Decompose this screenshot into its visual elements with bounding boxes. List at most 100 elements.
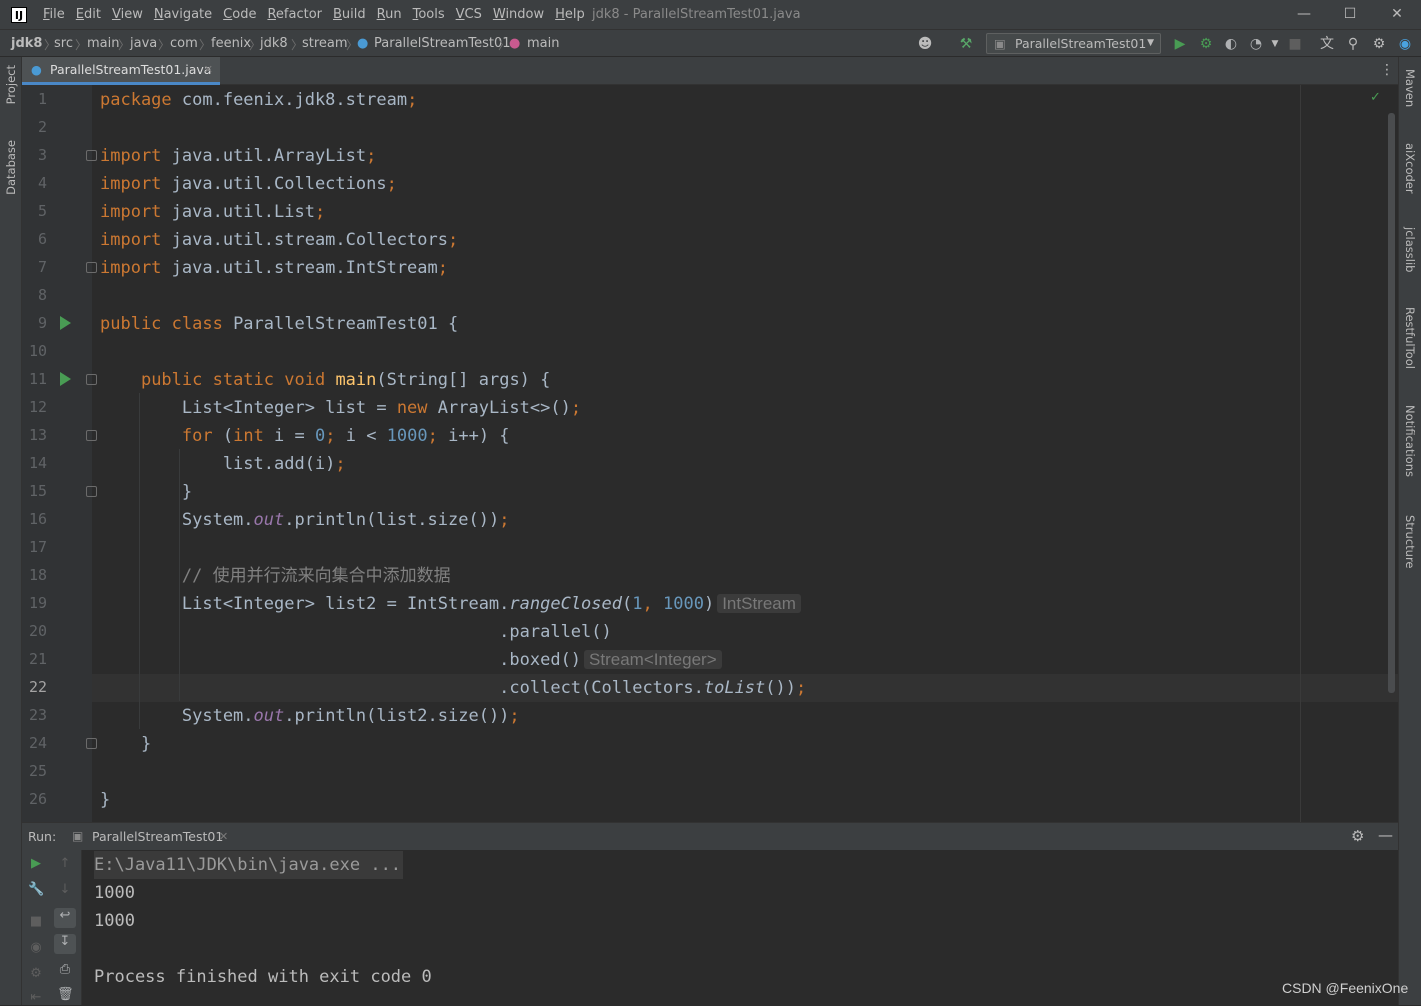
run-tool-header: Run: ▣ ParallelStreamTest01 ✕ ⚙ — <box>22 822 1398 850</box>
exit-icon[interactable]: ⇤ <box>28 990 44 1006</box>
editor-tab-active[interactable]: ● ParallelStreamTest01.java ✕ <box>22 57 220 85</box>
rerun-icon[interactable]: ▶ <box>28 856 44 872</box>
menu-item[interactable]: VCS <box>456 7 482 22</box>
type-hint: Stream<Integer> <box>584 650 722 669</box>
breadcrumb-stream[interactable]: stream <box>302 36 348 51</box>
breadcrumb-java[interactable]: java <box>130 36 157 51</box>
breadcrumb-class[interactable]: ParallelStreamTest01 <box>374 36 511 51</box>
code-line-5: import java.util.List; <box>100 202 326 222</box>
maximize-icon[interactable]: ☐ <box>1327 0 1373 29</box>
run-main-icon[interactable] <box>60 372 71 386</box>
gear-icon[interactable]: ⚙ <box>1370 35 1388 53</box>
menu-item[interactable]: Run <box>377 7 402 22</box>
plugin-icon[interactable]: ◉ <box>1396 35 1414 53</box>
fold-icon[interactable] <box>86 262 97 273</box>
breadcrumb-jdk8[interactable]: jdk8 <box>260 36 288 51</box>
intellij-logo-icon: IJ <box>11 6 27 23</box>
menu-item[interactable]: Refactor <box>267 7 322 22</box>
menu-item[interactable]: View <box>112 7 143 22</box>
run-configuration-label: ParallelStreamTest01 <box>1015 36 1147 51</box>
close-window-icon[interactable]: ✕ <box>1374 0 1420 29</box>
menu-item[interactable]: Build <box>333 7 366 22</box>
code-editor[interactable]: 1 2 3 4 5 6 7 8 9 10 11 12 13 14 15 16 17 18 19 20 21 22 23 24 2… <box>22 85 1398 822</box>
restore-layout-icon[interactable]: ⚙ <box>28 966 44 982</box>
breadcrumb-separator: 〉 <box>199 38 212 52</box>
breadcrumb-feenix[interactable]: feenix <box>211 36 251 51</box>
run-tab-label[interactable]: ParallelStreamTest01 <box>92 829 223 844</box>
minimize-icon[interactable]: — <box>1281 0 1327 29</box>
tool-tab-project-label: Project <box>4 65 18 105</box>
fold-icon[interactable] <box>86 150 97 161</box>
more-options-icon[interactable]: ⋮ <box>1380 62 1394 78</box>
run-console[interactable]: ▶ ↑ 🔧 ↓ ■ ↩ ◉ ↧ ⚙ ⎙ ⇤ 🗑 E:\Java11\JDK\bi… <box>22 850 1398 1005</box>
console-output-line: 1000 <box>94 911 135 931</box>
line-number: 13 <box>28 426 47 444</box>
stop-icon[interactable]: ■ <box>1286 35 1304 53</box>
line-number: 5 <box>37 202 47 220</box>
line-number: 20 <box>28 622 47 640</box>
user-icon[interactable]: ☻ <box>916 35 934 53</box>
menu-item[interactable]: Navigate <box>154 7 212 22</box>
code-line-19: List<Integer> list2 = IntStream.rangeClo… <box>100 590 801 618</box>
breadcrumb-main[interactable]: main <box>87 36 119 51</box>
tool-tab-notifications[interactable]: Notifications <box>1403 405 1417 477</box>
fold-icon[interactable] <box>86 430 97 441</box>
code-line-26: } <box>100 790 111 810</box>
hide-panel-icon[interactable]: — <box>1378 826 1393 844</box>
breadcrumb-project[interactable]: jdk8 <box>11 36 42 51</box>
breadcrumb-com[interactable]: com <box>170 36 198 51</box>
breadcrumb-method[interactable]: main <box>527 36 559 51</box>
down-arrow-icon[interactable]: ↓ <box>57 882 73 898</box>
menu-label: elp <box>564 7 585 22</box>
code-line-6: import java.util.stream.Collectors; <box>100 230 459 250</box>
trash-icon[interactable]: 🗑 <box>57 987 74 1003</box>
editor-gutter: 1 2 3 4 5 6 7 8 9 10 11 12 13 14 15 16 17 18 19 20 21 22 23 24 2… <box>22 85 97 822</box>
tool-tab-database[interactable]: Database <box>4 140 18 195</box>
profile-icon[interactable]: ◔ <box>1247 35 1265 53</box>
run-icon[interactable]: ▶ <box>1171 35 1189 53</box>
breadcrumb-src[interactable]: src <box>54 36 73 51</box>
menu-item[interactable]: Tools <box>413 7 445 22</box>
tool-tab-maven[interactable]: Maven <box>1403 69 1417 107</box>
translate-icon[interactable]: 文 <box>1318 35 1336 53</box>
tool-tab-aixcoder[interactable]: aiXcoder <box>1403 143 1417 194</box>
tool-tab-jclasslib[interactable]: jclasslib <box>1403 227 1417 272</box>
run-configuration-select[interactable]: ParallelStreamTest01 ▣ ▼ <box>986 33 1161 54</box>
run-class-icon[interactable] <box>60 316 71 330</box>
code-line-21: .boxed() Stream<Integer> <box>100 646 722 674</box>
console-command-line[interactable]: E:\Java11\JDK\bin\java.exe ... <box>94 851 404 879</box>
build-hammer-icon[interactable]: ⚒ <box>957 35 975 53</box>
print-icon[interactable]: ⎙ <box>57 962 73 978</box>
line-number: 18 <box>28 566 47 584</box>
scroll-to-end-icon[interactable]: ↧ <box>54 934 76 954</box>
menu-item[interactable]: Code <box>223 7 256 22</box>
menu-item[interactable]: Window <box>493 7 544 22</box>
fold-icon[interactable] <box>86 738 97 749</box>
fold-icon[interactable] <box>86 486 97 497</box>
menu-label: indow <box>505 7 545 22</box>
line-number: 9 <box>37 314 47 332</box>
tool-tab-project[interactable]: Project <box>4 65 18 104</box>
menu-item[interactable]: Help <box>555 7 585 22</box>
menu-item[interactable]: Edit <box>76 7 101 22</box>
search-icon[interactable]: ⚲ <box>1344 35 1362 53</box>
up-arrow-icon[interactable]: ↑ <box>57 856 73 872</box>
tool-tab-structure[interactable]: Structure <box>1403 515 1417 569</box>
editor-scrollbar[interactable] <box>1388 113 1395 693</box>
coverage-icon[interactable]: ◐ <box>1222 35 1240 53</box>
tool-tab-aixcoder-label: aiXcoder <box>1403 143 1417 194</box>
menu-mnemonic: R <box>267 7 276 22</box>
wrench-icon[interactable]: 🔧 <box>28 882 44 898</box>
menu-item[interactable]: File <box>43 7 65 22</box>
line-number: 17 <box>28 538 47 556</box>
soft-wrap-icon[interactable]: ↩ <box>54 908 76 928</box>
debug-icon[interactable]: ⚙ <box>1197 35 1215 53</box>
gear-icon[interactable]: ⚙ <box>1351 827 1364 845</box>
stop-icon[interactable]: ■ <box>28 914 44 930</box>
chevron-down-icon[interactable]: ▼ <box>1266 35 1284 53</box>
tool-tab-restfultool[interactable]: RestfulTool <box>1403 307 1417 369</box>
close-tab-icon[interactable]: ✕ <box>204 57 213 83</box>
fold-icon[interactable] <box>86 374 97 385</box>
close-run-tab-icon[interactable]: ✕ <box>219 830 228 843</box>
camera-icon[interactable]: ◉ <box>28 940 44 956</box>
